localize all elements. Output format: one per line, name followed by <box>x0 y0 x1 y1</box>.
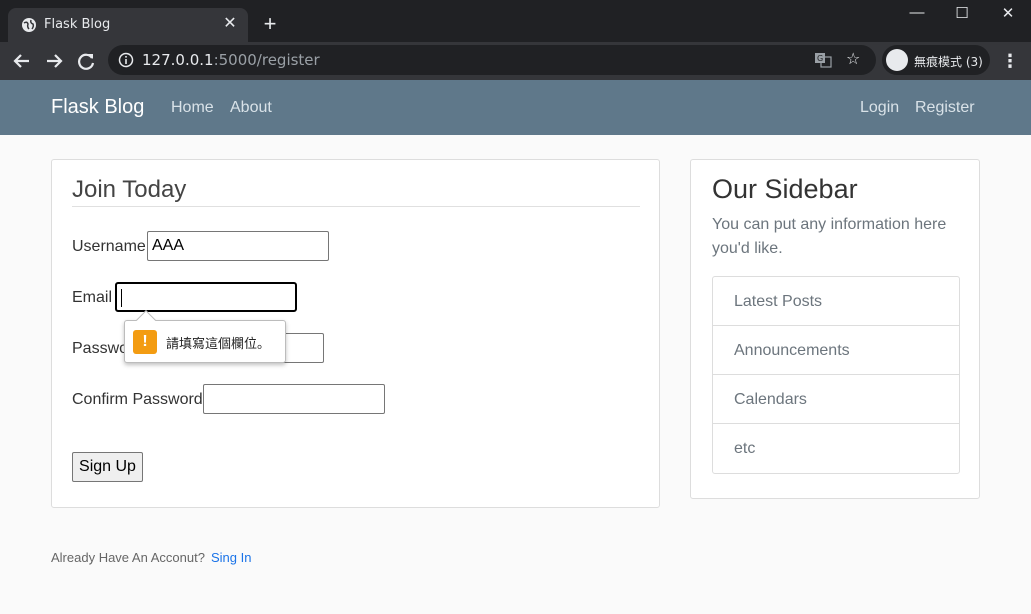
validation-tooltip: ! 請填寫這個欄位。 <box>124 310 286 363</box>
sidebar-item-announcements[interactable]: Announcements <box>713 326 959 375</box>
email-input[interactable] <box>115 282 297 312</box>
bookmark-star-icon[interactable]: ☆ <box>846 49 860 69</box>
browser-tabstrip: Flask Blog ✕ + — ☐ ✕ <box>0 0 1031 42</box>
incognito-label: 無痕模式 (3) <box>914 55 983 69</box>
browser-tab[interactable]: Flask Blog ✕ <box>8 8 248 42</box>
address-bar[interactable]: 127.0.0.1:5000/register G ☆ <box>108 45 876 75</box>
navbar-brand[interactable]: Flask Blog <box>51 96 144 119</box>
window-close-button[interactable]: ✕ <box>988 4 1028 26</box>
nav-link-login[interactable]: Login <box>860 99 899 117</box>
sidebar-item-calendars[interactable]: Calendars <box>713 375 959 424</box>
incognito-indicator[interactable]: 無痕模式 (3) <box>882 45 990 75</box>
window-maximize-button[interactable]: ☐ <box>942 4 982 26</box>
form-legend: Join Today <box>72 176 187 203</box>
window-minimize-button[interactable]: — <box>897 4 937 26</box>
browser-menu-icon[interactable]: ⋮ <box>1000 51 1020 71</box>
incognito-icon <box>886 49 908 71</box>
sidebar-title: Our Sidebar <box>712 174 858 204</box>
username-label: Username <box>72 238 146 255</box>
globe-icon <box>22 18 36 32</box>
back-arrow-icon[interactable] <box>9 48 35 74</box>
nav-link-register[interactable]: Register <box>915 99 975 117</box>
sidebar-item-etc[interactable]: etc <box>713 424 959 473</box>
url-host: 127.0.0.1 <box>142 51 214 69</box>
browser-toolbar: 127.0.0.1:5000/register G ☆ 無痕模式 (3) ⋮ <box>0 42 1031 80</box>
sign-in-link[interactable]: Sing In <box>211 550 251 565</box>
site-navbar: Flask Blog Home About Login Register <box>0 80 1031 135</box>
sidebar-card: Our Sidebar You can put any information … <box>690 159 980 499</box>
sidebar-item-latest-posts[interactable]: Latest Posts <box>713 277 959 326</box>
sidebar-list: Latest Posts Announcements Calendars etc <box>712 276 960 474</box>
nav-link-about[interactable]: About <box>230 99 272 117</box>
warning-icon: ! <box>133 330 157 354</box>
translate-icon[interactable]: G <box>814 52 832 68</box>
tab-close-icon[interactable]: ✕ <box>220 14 240 34</box>
nav-link-home[interactable]: Home <box>171 99 214 117</box>
forward-arrow-icon[interactable] <box>41 48 67 74</box>
sign-up-button[interactable]: Sign Up <box>72 452 143 482</box>
confirm-password-input[interactable] <box>203 384 385 414</box>
new-tab-button[interactable]: + <box>259 13 281 35</box>
footer-text: Already Have An Acconut? <box>51 550 205 565</box>
svg-text:G: G <box>817 54 823 63</box>
text-caret <box>121 289 122 307</box>
legend-divider <box>72 206 640 207</box>
validation-message: 請填寫這個欄位。 <box>166 337 271 352</box>
url-path: :5000/register <box>213 51 320 69</box>
sidebar-text: You can put any information here you'd l… <box>712 216 947 257</box>
email-label: Email <box>72 289 113 306</box>
info-icon[interactable] <box>118 52 134 68</box>
url-text: 127.0.0.1:5000/register <box>142 51 320 69</box>
tab-title: Flask Blog <box>44 17 111 32</box>
username-input[interactable] <box>147 231 329 261</box>
confirm-password-label: Confirm Password <box>72 391 203 408</box>
reload-icon[interactable] <box>73 48 99 74</box>
